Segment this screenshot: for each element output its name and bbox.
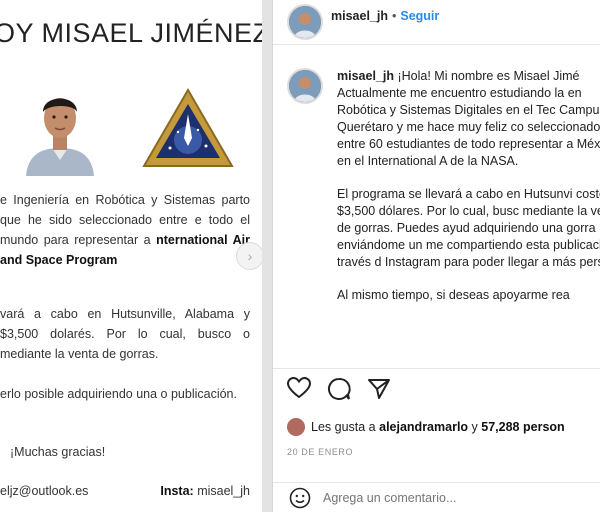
heart-icon[interactable] <box>286 376 312 404</box>
liker-username[interactable]: alejandramarlo <box>379 420 468 434</box>
post-username[interactable]: misael_jh <box>331 9 388 23</box>
chevron-right-icon[interactable]: › <box>236 242 262 270</box>
poster-paragraph-1: e Ingeniería en Robótica y Sistemas part… <box>0 193 250 267</box>
poster-paragraph-2: vará a cabo en Hutsunville, Alabama y $3… <box>0 307 250 361</box>
follow-button[interactable]: Seguir <box>400 9 439 23</box>
caption-paragraph-1: ¡Hola! Mi nombre es Misael Jimé Actualme… <box>337 69 600 168</box>
post-caption: misael_jh ¡Hola! Mi nombre es Misael Jim… <box>337 68 600 320</box>
liker-avatar[interactable] <box>287 418 305 436</box>
program-logo <box>140 86 236 174</box>
comment-icon[interactable] <box>327 377 351 406</box>
avatar[interactable] <box>287 4 323 40</box>
caption-paragraph-2: El programa se llevará a cabo en Hutsunv… <box>337 187 600 269</box>
action-bar <box>273 368 600 409</box>
likes-count[interactable]: 57,288 person <box>481 420 564 434</box>
poster-email: eljz@outlook.es <box>0 484 89 498</box>
poster-instagram: Insta: misael_jh <box>160 484 250 498</box>
caption-avatar[interactable] <box>287 68 323 104</box>
poster-image: OY MISAEL JIMÉNEZ e Ingeniería en Robóti… <box>0 0 262 512</box>
separator-dot: • <box>391 9 397 23</box>
post-header: misael_jh • Seguir <box>273 0 600 45</box>
caption-username[interactable]: misael_jh <box>337 69 394 83</box>
poster-contact: eljz@outlook.es Insta: misael_jh <box>0 484 250 498</box>
comment-bar <box>273 482 600 512</box>
likes-summary: Les gusta a alejandramarlo y 57,288 pers… <box>287 418 565 436</box>
portrait-photo <box>18 84 102 176</box>
post-panel: misael_jh • Seguir misael_jh ¡Hola! Mi nom… <box>272 0 600 512</box>
post-date: 20 DE ENERO <box>287 447 354 457</box>
poster-title: OY MISAEL JIMÉNEZ <box>0 18 262 48</box>
send-icon[interactable] <box>367 377 391 406</box>
caption-paragraph-3: Al mismo tiempo, si deseas apoyarme rea <box>337 288 570 302</box>
smiley-icon[interactable] <box>289 487 311 509</box>
poster-paragraph-3: erlo posible adquiriendo una o publicaci… <box>0 387 237 401</box>
poster-thanks: ¡Muchas gracias! <box>10 445 106 459</box>
comment-input[interactable] <box>321 490 565 506</box>
divider <box>262 0 272 512</box>
